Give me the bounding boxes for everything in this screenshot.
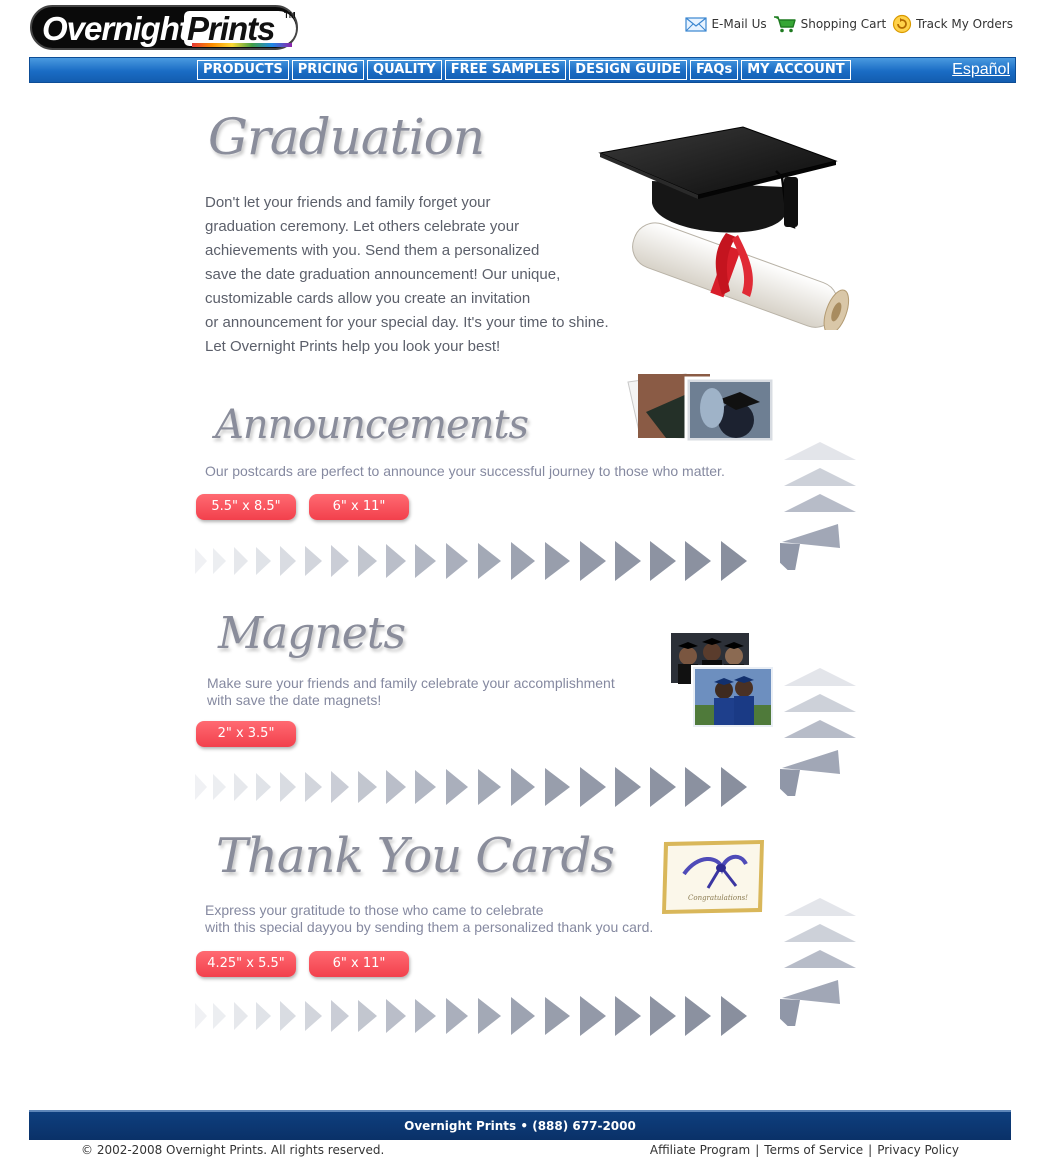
intro-paragraph: Don't let your friends and family forget… [205, 191, 609, 359]
email-us-link[interactable]: E-Mail Us [685, 16, 767, 32]
copyright-text: © 2002-2008 Overnight Prints. All rights… [81, 1143, 385, 1157]
intro-line: graduation ceremony. Let others celebrat… [205, 218, 520, 235]
privacy-policy-link[interactable]: Privacy Policy [877, 1143, 959, 1157]
intro-line: customizable cards allow you create an i… [205, 290, 531, 307]
footer-contact-bar: Overnight Prints • (888) 677-2000 [29, 1110, 1011, 1140]
logo-word-overnight: Overnight [42, 10, 190, 47]
announcements-heading: Announcements [215, 402, 529, 448]
overnight-prints-logo[interactable]: Overnight Prints TM [30, 5, 298, 50]
shopping-cart-link[interactable]: Shopping Cart [773, 15, 887, 33]
track-orders-label: Track My Orders [916, 17, 1013, 31]
magnets-arrow-row [195, 767, 795, 807]
intro-line: or announcement for your special day. It… [205, 314, 609, 331]
magnets-size-2x3.5-button[interactable]: 2" x 3.5" [196, 721, 296, 747]
top-links: E-Mail Us Shopping Cart Track My Orders [685, 14, 1013, 34]
intro-line: Don't let your friends and family forget… [205, 194, 491, 211]
thank-you-cards-description: Express your gratitude to those who came… [205, 902, 653, 936]
intro-line: achievements with you. Send them a perso… [205, 242, 540, 259]
thank-you-size-6x11-button[interactable]: 6" x 11" [309, 951, 409, 977]
footer-contact-text: Overnight Prints • (888) 677-2000 [404, 1119, 636, 1133]
announcements-size-5.5x8.5-button[interactable]: 5.5" x 8.5" [196, 494, 296, 520]
thank-you-cards-heading: Thank You Cards [216, 828, 615, 884]
announcement-postcards-image [626, 372, 776, 447]
thank-you-size-4.25x5.5-button[interactable]: 4.25" x 5.5" [196, 951, 296, 977]
magnets-line: Make sure your friends and family celebr… [207, 675, 615, 691]
affiliate-program-link[interactable]: Affiliate Program [650, 1143, 750, 1157]
nav-products[interactable]: PRODUCTS [197, 60, 289, 80]
nav-pricing[interactable]: PRICING [291, 60, 365, 80]
announcements-size-6x11-button[interactable]: 6" x 11" [309, 494, 409, 520]
envelope-icon [685, 16, 708, 32]
thank-you-arrow-row [195, 996, 795, 1036]
announcements-description: Our postcards are perfect to announce yo… [205, 463, 725, 480]
track-orders-link[interactable]: Track My Orders [892, 14, 1013, 34]
thank-you-cards-line: Express your gratitude to those who came… [205, 902, 544, 918]
main-nav-bar: PRODUCTS PRICING QUALITY FREE SAMPLES DE… [29, 57, 1016, 83]
footer-links: Affiliate Program | Terms of Service | P… [650, 1143, 959, 1157]
graduation-cap-diploma-image [598, 125, 860, 335]
thank-you-card-image: Congratulations! [660, 838, 768, 921]
footer-separator: | [755, 1143, 760, 1157]
shopping-cart-icon [773, 15, 797, 33]
magnets-description: Make sure your friends and family celebr… [207, 675, 615, 709]
announcements-line: Our postcards are perfect to announce yo… [205, 463, 725, 479]
intro-line: Let Overnight Prints help you look your … [205, 338, 501, 355]
espanol-language-link[interactable]: Español [952, 61, 1010, 79]
shopping-cart-label: Shopping Cart [800, 17, 887, 31]
intro-line: save the date graduation announcement! O… [205, 266, 561, 283]
logo-trademark: TM [284, 11, 296, 20]
magnets-line: with save the date magnets! [207, 692, 382, 708]
terms-of-service-link[interactable]: Terms of Service [764, 1143, 863, 1157]
card-greeting-text: Congratulations! [688, 894, 748, 902]
nav-my-account[interactable]: MY ACCOUNT [741, 60, 851, 80]
nav-faqs[interactable]: FAQs [689, 60, 739, 80]
footer-separator: | [868, 1143, 873, 1157]
magnets-heading: Magnets [218, 608, 406, 659]
email-us-label: E-Mail Us [711, 17, 767, 31]
thank-you-cards-line: with this special dayyou by sending them… [205, 919, 654, 935]
nav-design-guide[interactable]: DESIGN GUIDE [569, 60, 687, 80]
nav-quality[interactable]: QUALITY [367, 60, 442, 80]
magnets-graduates-image [668, 630, 778, 745]
logo-rainbow-stripe [192, 43, 292, 47]
announcements-arrow-row [195, 541, 795, 581]
track-orders-icon [892, 14, 912, 34]
nav-free-samples[interactable]: FREE SAMPLES [444, 60, 567, 80]
graduation-heading: Graduation [208, 108, 485, 166]
